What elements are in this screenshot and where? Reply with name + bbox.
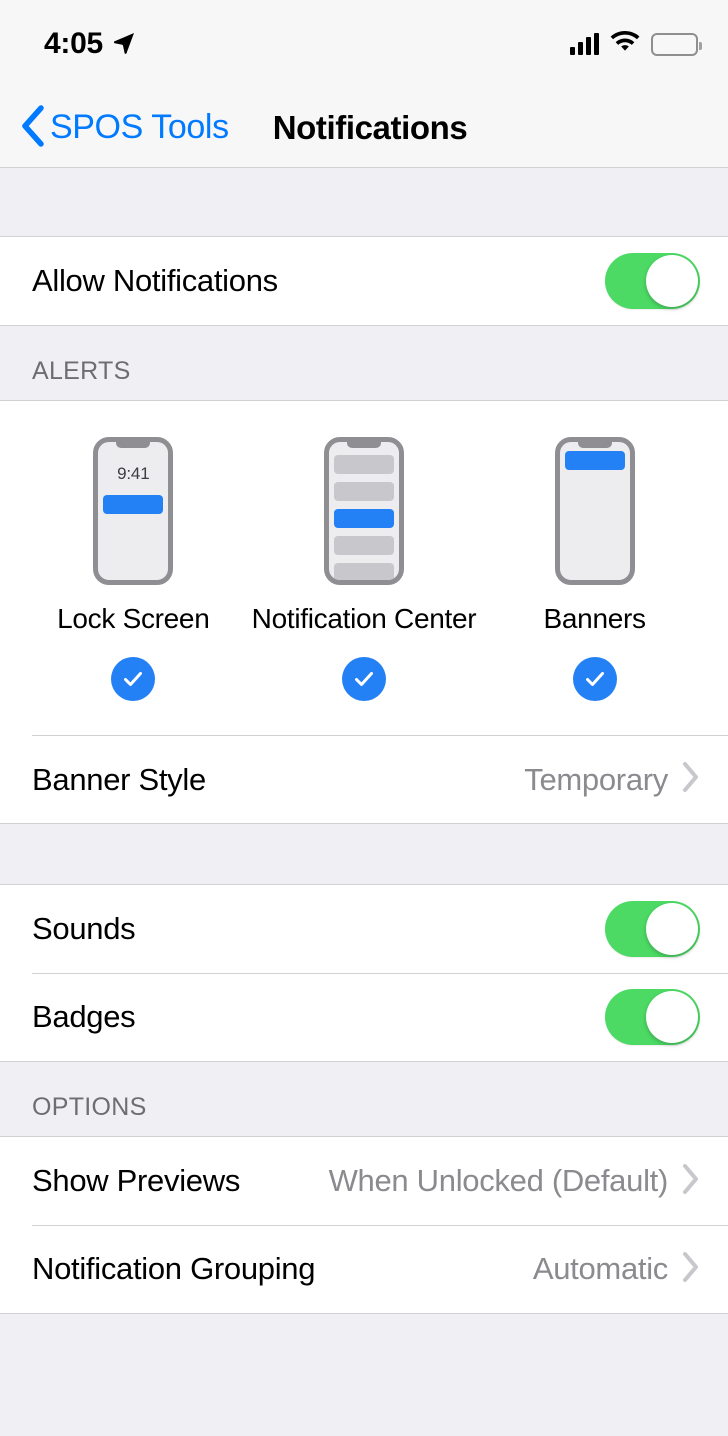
chevron-right-icon	[682, 761, 700, 798]
section-gap-top	[0, 168, 728, 236]
row-value: When Unlocked (Default)	[328, 1163, 669, 1198]
alerts-section-header: ALERTS	[0, 326, 728, 400]
section-gap-middle	[0, 824, 728, 884]
checkmark-icon-banners[interactable]	[572, 657, 617, 701]
back-button[interactable]: SPOS Tools	[20, 104, 229, 152]
phone-notch	[577, 442, 612, 448]
status-bar-right	[570, 30, 702, 58]
notification-bar	[333, 455, 394, 474]
options-section-header-label: OPTIONS	[32, 1093, 147, 1121]
row-label: Show Previews	[32, 1163, 241, 1198]
chevron-left-icon	[20, 104, 44, 152]
allow-notifications-card: Allow Notifications	[0, 236, 728, 326]
checkmark-icon-notification-center[interactable]	[341, 657, 386, 701]
notification-bar-highlight	[564, 451, 625, 470]
row-show-previews[interactable]: Show Previews When Unlocked (Default)	[0, 1137, 728, 1225]
row-label: Notification Grouping	[32, 1251, 316, 1286]
cellular-signal-icon	[570, 33, 599, 55]
row-value: Temporary	[524, 761, 668, 797]
row-value: Automatic	[532, 1251, 668, 1286]
sounds-badges-card: Sounds Badges	[0, 884, 728, 1062]
phone-mockup-lock-screen: 9:41	[93, 437, 174, 585]
notification-bar	[333, 536, 394, 555]
allow-notifications-toggle[interactable]	[605, 253, 700, 309]
location-arrow-icon	[112, 30, 136, 59]
toggle-knob	[646, 255, 698, 307]
alert-option-label: Notification Center	[251, 603, 477, 634]
chevron-right-icon	[682, 1251, 700, 1288]
checkmark-icon-lock-screen[interactable]	[111, 657, 156, 701]
row-sounds[interactable]: Sounds	[0, 885, 728, 973]
status-bar-clock: 4:05	[44, 27, 103, 60]
row-banner-style[interactable]: Banner Style Temporary	[0, 736, 728, 824]
back-button-label: SPOS Tools	[50, 108, 229, 146]
status-bar: 4:05	[0, 0, 728, 88]
status-bar-left: 4:05	[44, 29, 136, 59]
toggle-knob	[646, 991, 698, 1043]
toggle-knob	[646, 903, 698, 955]
notification-bar	[333, 563, 394, 580]
alert-style-previews: 9:41 Lock Screen Notification Center Ban…	[0, 437, 728, 701]
notifications-settings-screen: 4:05 SPOS Tools Notifications Allow Noti…	[0, 0, 728, 1436]
phone-mockup-banners	[554, 437, 635, 585]
row-notification-grouping[interactable]: Notification Grouping Automatic	[0, 1225, 728, 1313]
row-label: Sounds	[32, 911, 136, 946]
alert-option-lock-screen[interactable]: 9:41 Lock Screen	[18, 437, 249, 701]
options-section-header: OPTIONS	[0, 1062, 728, 1136]
row-label: Badges	[32, 999, 136, 1034]
badges-toggle[interactable]	[605, 989, 700, 1045]
notification-bar-highlight	[103, 495, 164, 514]
row-label: Allow Notifications	[32, 263, 278, 298]
battery-full-icon	[651, 32, 702, 56]
alert-option-label: Banners	[543, 603, 647, 634]
page-title: Notifications	[272, 108, 468, 146]
options-card: Show Previews When Unlocked (Default) No…	[0, 1136, 728, 1314]
phone-notch	[116, 442, 151, 448]
alert-option-notification-center[interactable]: Notification Center	[249, 437, 480, 701]
alerts-card: 9:41 Lock Screen Notification Center Ban…	[0, 400, 728, 824]
row-label: Banner Style	[32, 761, 206, 797]
alert-option-label: Lock Screen	[57, 603, 210, 634]
phone-notch	[346, 442, 381, 448]
alerts-section-header-label: ALERTS	[32, 357, 131, 385]
navigation-bar: SPOS Tools Notifications	[0, 88, 728, 168]
phone-mockup-notification-center	[323, 437, 404, 585]
row-allow-notifications[interactable]: Allow Notifications	[0, 237, 728, 325]
notification-bar-highlight	[333, 509, 394, 528]
sounds-toggle[interactable]	[605, 901, 700, 957]
phone-mockup-time: 9:41	[117, 464, 150, 483]
notification-bar	[333, 482, 394, 501]
chevron-right-icon	[682, 1163, 700, 1200]
row-badges[interactable]: Badges	[0, 973, 728, 1061]
alert-option-banners[interactable]: Banners	[479, 437, 710, 701]
wifi-icon	[610, 30, 640, 58]
